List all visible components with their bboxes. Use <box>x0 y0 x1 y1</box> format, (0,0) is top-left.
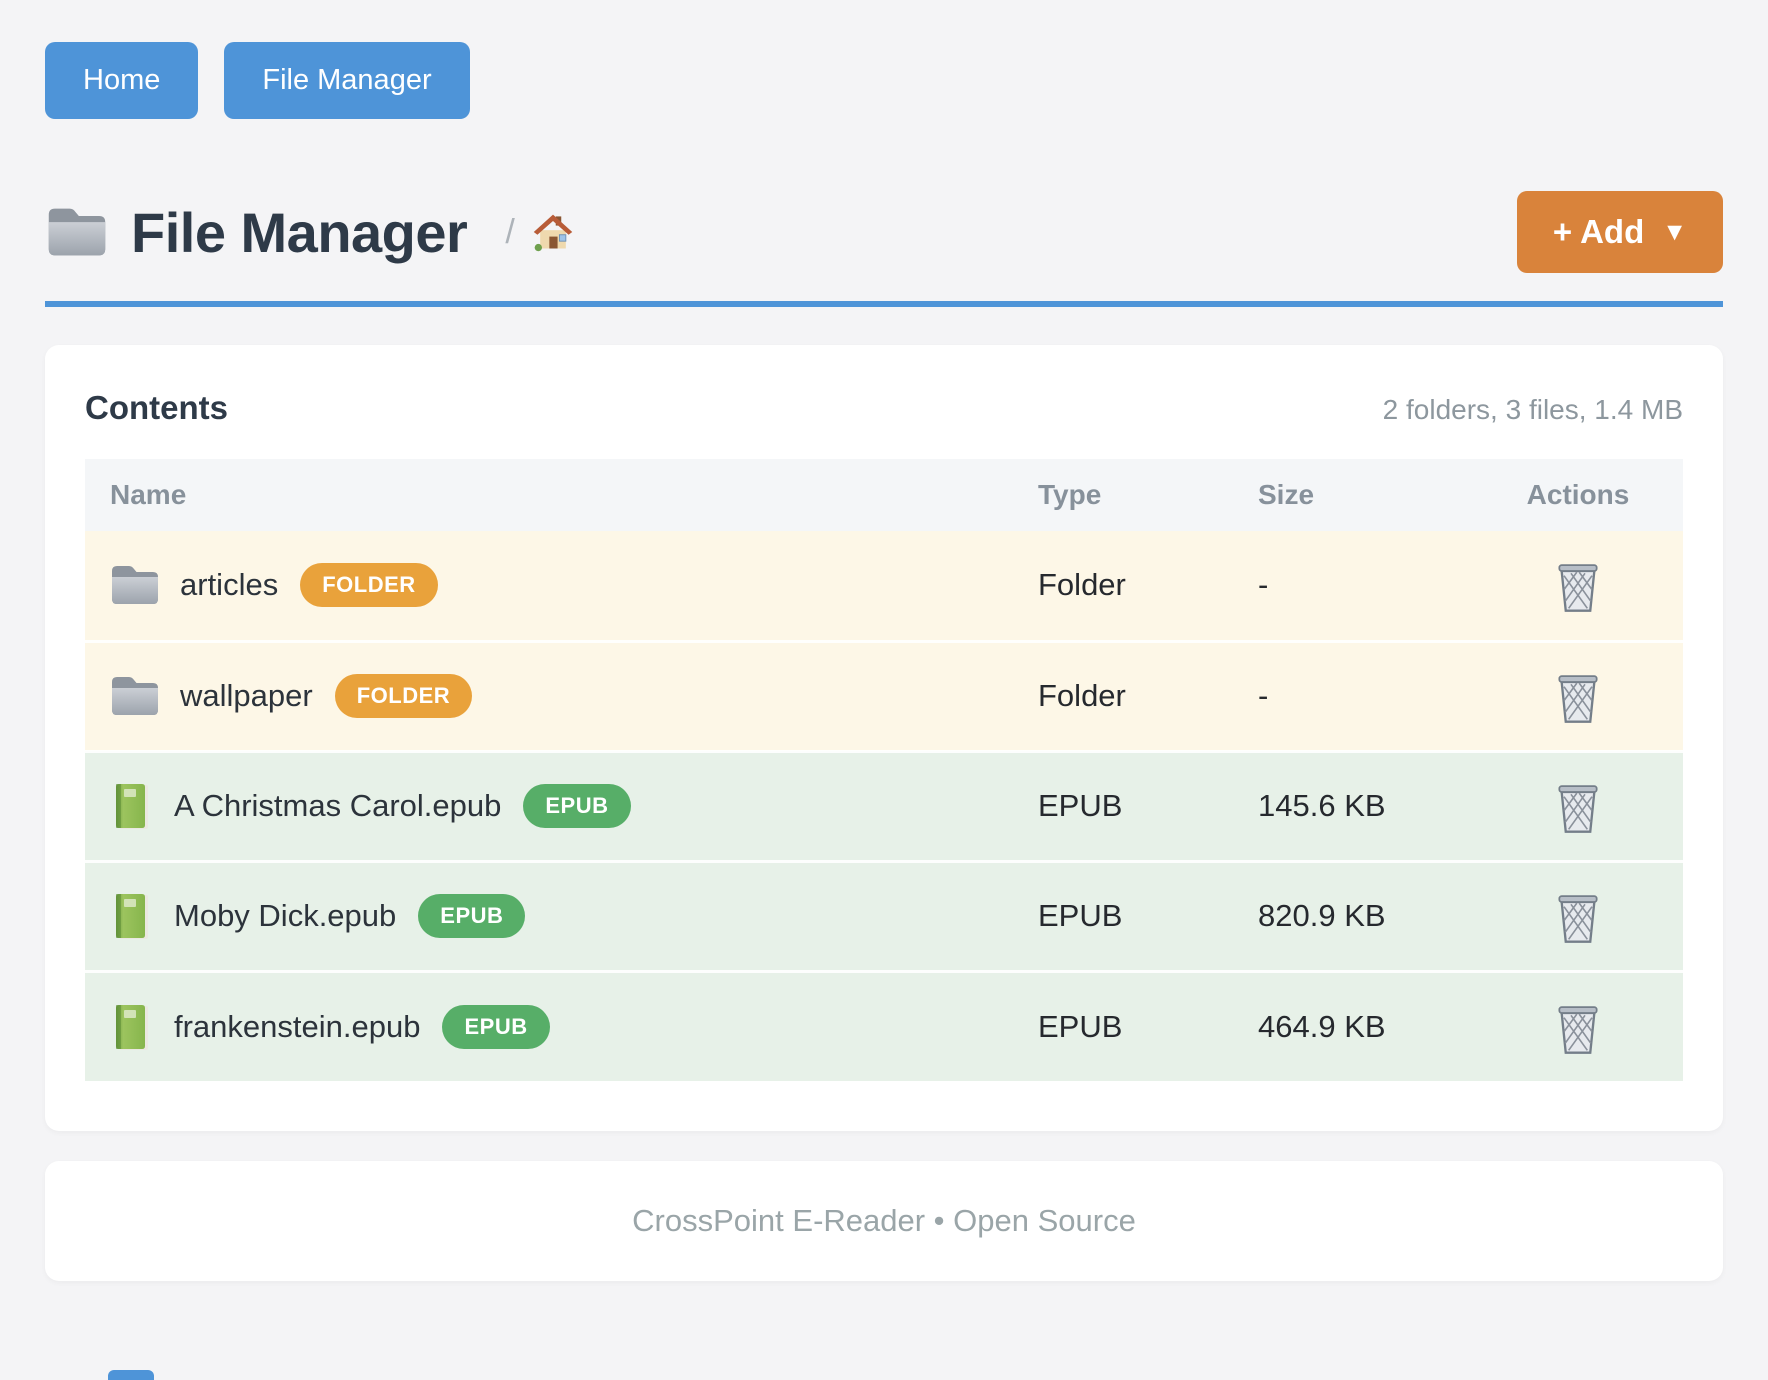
entry-name-link[interactable]: Moby Dick.epub <box>174 898 396 934</box>
table-row: articles FOLDER Folder - <box>85 531 1683 641</box>
add-button[interactable]: + Add ▼ <box>1517 191 1723 273</box>
type-badge: EPUB <box>523 784 630 828</box>
column-header-size: Size <box>1258 459 1473 531</box>
type-cell: EPUB <box>1038 971 1258 1081</box>
footer-text: CrossPoint E-Reader • Open Source <box>632 1203 1136 1239</box>
delete-button[interactable] <box>1552 668 1604 724</box>
add-button-label: + Add <box>1553 213 1644 251</box>
type-cell: Folder <box>1038 531 1258 641</box>
entry-name-link[interactable]: wallpaper <box>180 678 313 714</box>
size-cell: 820.9 KB <box>1258 861 1473 971</box>
type-badge: EPUB <box>442 1005 549 1049</box>
table-row: A Christmas Carol.epub EPUB EPUB 145.6 K… <box>85 751 1683 861</box>
top-nav: Home File Manager <box>45 0 1723 119</box>
column-header-type: Type <box>1038 459 1258 531</box>
trash-icon <box>1552 778 1604 834</box>
delete-button[interactable] <box>1552 999 1604 1055</box>
size-cell: - <box>1258 531 1473 641</box>
type-cell: Folder <box>1038 641 1258 751</box>
card-title: Contents <box>85 389 228 427</box>
size-cell: 464.9 KB <box>1258 971 1473 1081</box>
type-badge: FOLDER <box>335 674 472 718</box>
page: Home File Manager File Manager / + Add ▼… <box>0 0 1768 1281</box>
table-row: frankenstein.epub EPUB EPUB 464.9 KB <box>85 971 1683 1081</box>
file-manager-button[interactable]: File Manager <box>224 42 469 119</box>
folder-icon <box>45 205 109 259</box>
home-button[interactable]: Home <box>45 42 198 119</box>
delete-button[interactable] <box>1552 888 1604 944</box>
folder-icon <box>110 674 160 718</box>
book-icon <box>110 782 152 830</box>
partially-visible-element <box>108 1370 154 1380</box>
entry-name-link[interactable]: A Christmas Carol.epub <box>174 788 501 824</box>
trash-icon <box>1552 668 1604 724</box>
entry-name-link[interactable]: articles <box>180 567 278 603</box>
delete-button[interactable] <box>1552 557 1604 613</box>
contents-table: Name Type Size Actions articles FOLDER F… <box>85 459 1683 1081</box>
table-row: wallpaper FOLDER Folder - <box>85 641 1683 751</box>
book-icon <box>110 892 152 940</box>
trash-icon <box>1552 999 1604 1055</box>
table-row: Moby Dick.epub EPUB EPUB 820.9 KB <box>85 861 1683 971</box>
delete-button[interactable] <box>1552 778 1604 834</box>
breadcrumb: / <box>505 210 574 254</box>
house-icon[interactable] <box>531 210 575 254</box>
size-cell: 145.6 KB <box>1258 751 1473 861</box>
book-icon <box>110 1003 152 1051</box>
table-header-row: Name Type Size Actions <box>85 459 1683 531</box>
entry-name-link[interactable]: frankenstein.epub <box>174 1009 420 1045</box>
contents-summary: 2 folders, 3 files, 1.4 MB <box>1383 394 1683 426</box>
column-header-name: Name <box>85 459 1038 531</box>
type-cell: EPUB <box>1038 861 1258 971</box>
trash-icon <box>1552 888 1604 944</box>
type-cell: EPUB <box>1038 751 1258 861</box>
size-cell: - <box>1258 641 1473 751</box>
column-header-actions: Actions <box>1473 459 1683 531</box>
type-badge: FOLDER <box>300 563 437 607</box>
type-badge: EPUB <box>418 894 525 938</box>
page-header: File Manager / + Add ▼ <box>45 191 1723 273</box>
folder-icon <box>110 563 160 607</box>
footer: CrossPoint E-Reader • Open Source <box>45 1161 1723 1281</box>
page-title: File Manager <box>131 200 467 265</box>
chevron-down-icon: ▼ <box>1662 218 1687 247</box>
breadcrumb-separator: / <box>505 213 514 252</box>
contents-card: Contents 2 folders, 3 files, 1.4 MB Name… <box>45 345 1723 1131</box>
title-divider <box>45 301 1723 307</box>
table-body: articles FOLDER Folder - wallpaper FOLDE… <box>85 531 1683 1081</box>
trash-icon <box>1552 557 1604 613</box>
